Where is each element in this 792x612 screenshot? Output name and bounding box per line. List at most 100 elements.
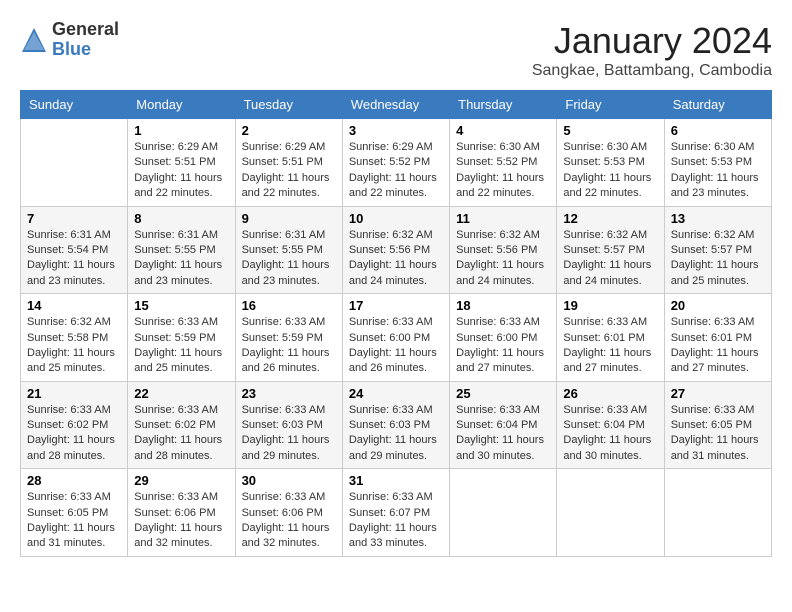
calendar-cell: 20 Sunrise: 6:33 AM Sunset: 6:01 PM Dayli…: [664, 294, 771, 382]
day-info: Sunrise: 6:31 AM Sunset: 5:55 PM Dayligh…: [242, 228, 336, 290]
calendar-cell: 13 Sunrise: 6:32 AM Sunset: 5:57 PM Dayli…: [664, 206, 771, 294]
logo: General Blue: [20, 20, 119, 60]
calendar-cell: 19 Sunrise: 6:33 AM Sunset: 6:01 PM Dayli…: [557, 294, 664, 382]
day-number: 28: [27, 473, 121, 488]
day-info: Sunrise: 6:33 AM Sunset: 6:04 PM Dayligh…: [456, 403, 550, 465]
day-info: Sunrise: 6:33 AM Sunset: 6:02 PM Dayligh…: [27, 403, 121, 465]
location-subtitle: Sangkae, Battambang, Cambodia: [532, 62, 772, 80]
day-number: 9: [242, 211, 336, 226]
calendar-cell: [21, 119, 128, 207]
calendar-week-row: 14Sunrise: 6:32 AM Sunset: 5:58 PM Dayli…: [21, 294, 772, 382]
day-info: Sunrise: 6:33 AM Sunset: 6:04 PM Dayligh…: [563, 403, 657, 465]
month-year-title: January 2024: [532, 20, 772, 62]
calendar-cell: 10Sunrise: 6:32 AM Sunset: 5:56 PM Dayli…: [342, 206, 449, 294]
day-number: 18: [456, 298, 550, 313]
calendar-cell: 16 Sunrise: 6:33 AM Sunset: 5:59 PM Dayli…: [235, 294, 342, 382]
day-info: Sunrise: 6:33 AM Sunset: 5:59 PM Dayligh…: [134, 315, 228, 377]
day-info: Sunrise: 6:31 AM Sunset: 5:54 PM Dayligh…: [27, 228, 121, 290]
calendar-cell: 27Sunrise: 6:33 AM Sunset: 6:05 PM Dayli…: [664, 381, 771, 469]
calendar-cell: 25 Sunrise: 6:33 AM Sunset: 6:04 PM Dayli…: [450, 381, 557, 469]
calendar-cell: 21 Sunrise: 6:33 AM Sunset: 6:02 PM Dayli…: [21, 381, 128, 469]
day-info: Sunrise: 6:33 AM Sunset: 6:05 PM Dayligh…: [671, 403, 765, 465]
calendar-week-row: 21 Sunrise: 6:33 AM Sunset: 6:02 PM Dayli…: [21, 381, 772, 469]
calendar-cell: 7 Sunrise: 6:31 AM Sunset: 5:54 PM Daylig…: [21, 206, 128, 294]
day-info: Sunrise: 6:33 AM Sunset: 6:00 PM Dayligh…: [349, 315, 443, 377]
calendar-cell: 24 Sunrise: 6:33 AM Sunset: 6:03 PM Dayli…: [342, 381, 449, 469]
day-info: Sunrise: 6:30 AM Sunset: 5:52 PM Dayligh…: [456, 140, 550, 202]
calendar-table: SundayMondayTuesdayWednesdayThursdayFrid…: [20, 90, 772, 557]
calendar-week-row: 1 Sunrise: 6:29 AM Sunset: 5:51 PM Daylig…: [21, 119, 772, 207]
calendar-cell: 2 Sunrise: 6:29 AM Sunset: 5:51 PM Daylig…: [235, 119, 342, 207]
day-info: Sunrise: 6:33 AM Sunset: 6:03 PM Dayligh…: [242, 403, 336, 465]
day-number: 21: [27, 386, 121, 401]
calendar-cell: 30Sunrise: 6:33 AM Sunset: 6:06 PM Dayli…: [235, 469, 342, 557]
calendar-cell: 23 Sunrise: 6:33 AM Sunset: 6:03 PM Dayli…: [235, 381, 342, 469]
day-info: Sunrise: 6:33 AM Sunset: 6:01 PM Dayligh…: [671, 315, 765, 377]
calendar-cell: 4Sunrise: 6:30 AM Sunset: 5:52 PM Daylig…: [450, 119, 557, 207]
calendar-cell: 29 Sunrise: 6:33 AM Sunset: 6:06 PM Dayli…: [128, 469, 235, 557]
day-of-week-header: Tuesday: [235, 91, 342, 119]
calendar-cell: 3Sunrise: 6:29 AM Sunset: 5:52 PM Daylig…: [342, 119, 449, 207]
day-info: Sunrise: 6:33 AM Sunset: 6:07 PM Dayligh…: [349, 490, 443, 552]
day-of-week-header: Sunday: [21, 91, 128, 119]
day-info: Sunrise: 6:32 AM Sunset: 5:57 PM Dayligh…: [563, 228, 657, 290]
day-info: Sunrise: 6:33 AM Sunset: 6:02 PM Dayligh…: [134, 403, 228, 465]
day-number: 30: [242, 473, 336, 488]
logo-icon: [20, 26, 48, 54]
day-number: 1: [134, 123, 228, 138]
calendar-cell: 15 Sunrise: 6:33 AM Sunset: 5:59 PM Dayli…: [128, 294, 235, 382]
calendar-cell: 5 Sunrise: 6:30 AM Sunset: 5:53 PM Daylig…: [557, 119, 664, 207]
calendar-cell: 28 Sunrise: 6:33 AM Sunset: 6:05 PM Dayli…: [21, 469, 128, 557]
day-info: Sunrise: 6:33 AM Sunset: 6:06 PM Dayligh…: [134, 490, 228, 552]
day-number: 15: [134, 298, 228, 313]
day-info: Sunrise: 6:31 AM Sunset: 5:55 PM Dayligh…: [134, 228, 228, 290]
logo-blue-text: Blue: [52, 40, 119, 60]
logo-general-text: General: [52, 20, 119, 40]
day-number: 20: [671, 298, 765, 313]
calendar-week-row: 7 Sunrise: 6:31 AM Sunset: 5:54 PM Daylig…: [21, 206, 772, 294]
day-number: 5: [563, 123, 657, 138]
calendar-cell: 11 Sunrise: 6:32 AM Sunset: 5:56 PM Dayli…: [450, 206, 557, 294]
calendar-cell: 8Sunrise: 6:31 AM Sunset: 5:55 PM Daylig…: [128, 206, 235, 294]
day-info: Sunrise: 6:29 AM Sunset: 5:52 PM Dayligh…: [349, 140, 443, 202]
day-number: 26: [563, 386, 657, 401]
day-info: Sunrise: 6:33 AM Sunset: 6:03 PM Dayligh…: [349, 403, 443, 465]
calendar-cell: 1 Sunrise: 6:29 AM Sunset: 5:51 PM Daylig…: [128, 119, 235, 207]
day-number: 13: [671, 211, 765, 226]
day-of-week-header: Monday: [128, 91, 235, 119]
day-of-week-header: Thursday: [450, 91, 557, 119]
day-number: 12: [563, 211, 657, 226]
day-number: 14: [27, 298, 121, 313]
day-number: 2: [242, 123, 336, 138]
day-number: 16: [242, 298, 336, 313]
day-info: Sunrise: 6:29 AM Sunset: 5:51 PM Dayligh…: [134, 140, 228, 202]
calendar-cell: 26 Sunrise: 6:33 AM Sunset: 6:04 PM Dayli…: [557, 381, 664, 469]
day-number: 6: [671, 123, 765, 138]
day-number: 22: [134, 386, 228, 401]
day-info: Sunrise: 6:29 AM Sunset: 5:51 PM Dayligh…: [242, 140, 336, 202]
calendar-cell: 12 Sunrise: 6:32 AM Sunset: 5:57 PM Dayli…: [557, 206, 664, 294]
calendar-cell: 31 Sunrise: 6:33 AM Sunset: 6:07 PM Dayli…: [342, 469, 449, 557]
calendar-cell: [450, 469, 557, 557]
day-number: 7: [27, 211, 121, 226]
day-info: Sunrise: 6:33 AM Sunset: 6:00 PM Dayligh…: [456, 315, 550, 377]
day-number: 29: [134, 473, 228, 488]
day-number: 31: [349, 473, 443, 488]
day-number: 24: [349, 386, 443, 401]
day-number: 19: [563, 298, 657, 313]
day-number: 25: [456, 386, 550, 401]
day-info: Sunrise: 6:30 AM Sunset: 5:53 PM Dayligh…: [563, 140, 657, 202]
calendar-cell: 22 Sunrise: 6:33 AM Sunset: 6:02 PM Dayli…: [128, 381, 235, 469]
day-info: Sunrise: 6:33 AM Sunset: 6:01 PM Dayligh…: [563, 315, 657, 377]
day-info: Sunrise: 6:30 AM Sunset: 5:53 PM Dayligh…: [671, 140, 765, 202]
day-number: 10: [349, 211, 443, 226]
day-info: Sunrise: 6:33 AM Sunset: 5:59 PM Dayligh…: [242, 315, 336, 377]
calendar-cell: 14Sunrise: 6:32 AM Sunset: 5:58 PM Dayli…: [21, 294, 128, 382]
day-info: Sunrise: 6:32 AM Sunset: 5:56 PM Dayligh…: [456, 228, 550, 290]
day-of-week-header: Friday: [557, 91, 664, 119]
day-of-week-header: Wednesday: [342, 91, 449, 119]
day-info: Sunrise: 6:33 AM Sunset: 6:05 PM Dayligh…: [27, 490, 121, 552]
day-number: 23: [242, 386, 336, 401]
day-number: 11: [456, 211, 550, 226]
day-info: Sunrise: 6:32 AM Sunset: 5:57 PM Dayligh…: [671, 228, 765, 290]
